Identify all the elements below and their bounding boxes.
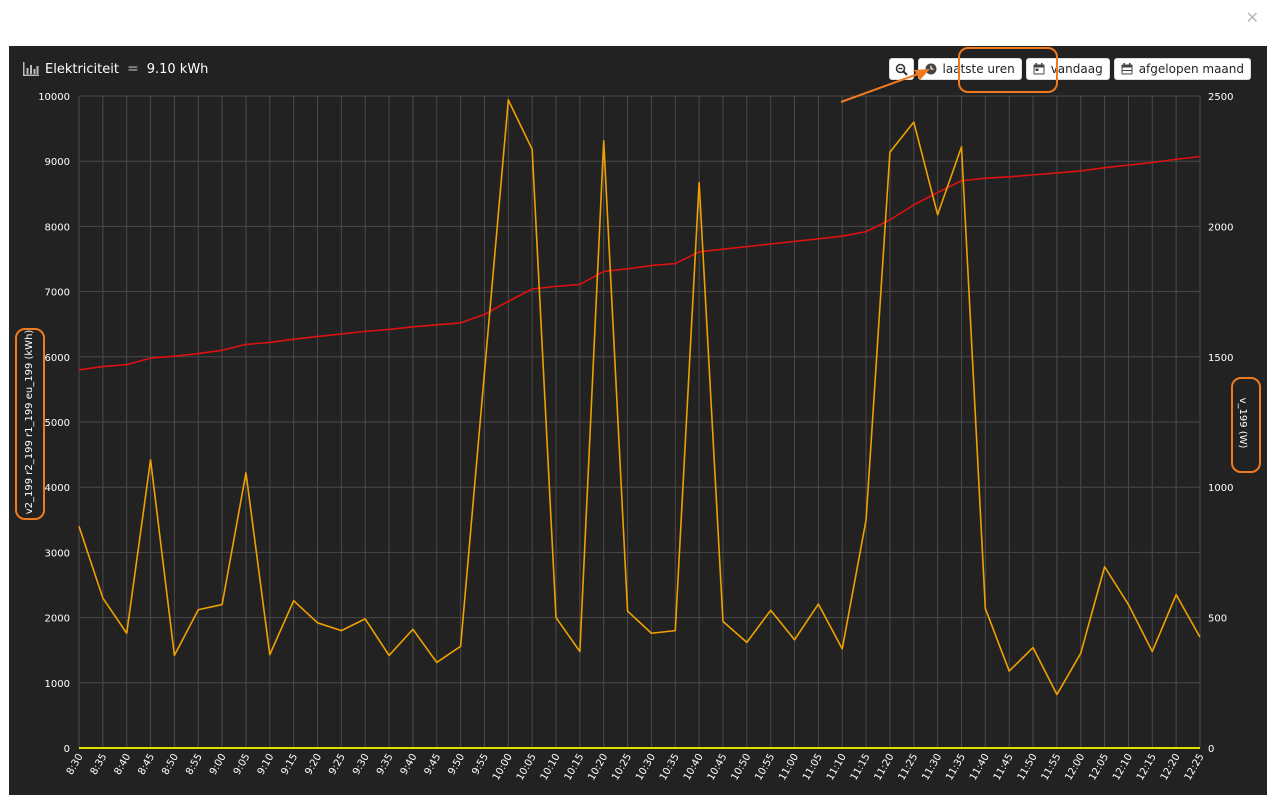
x-tick-label: 11:10 <box>825 752 849 782</box>
x-tick-label: 11:35 <box>944 752 968 782</box>
x-tick-label: 11:20 <box>873 752 897 782</box>
x-tick-label: 9:35 <box>375 752 396 777</box>
x-tick-label: 10:25 <box>610 752 634 782</box>
x-tick-label: 8:55 <box>184 752 205 777</box>
x-tick-label: 12:25 <box>1183 752 1207 782</box>
y-left-tick-label: 1000 <box>45 679 70 690</box>
x-tick-label: 8:30 <box>65 752 86 777</box>
x-tick-label: 10:45 <box>706 752 730 782</box>
x-tick-label: 10:00 <box>491 752 515 782</box>
x-tick-label: 11:25 <box>896 752 920 782</box>
x-tick-label: 10:20 <box>586 752 610 782</box>
y-left-tick-label: 7000 <box>45 288 70 299</box>
x-tick-label: 11:50 <box>1016 752 1040 782</box>
x-tick-label: 11:15 <box>849 752 873 782</box>
y-right-tick-label: 2000 <box>1208 222 1233 233</box>
y-left-tick-label: 0 <box>64 744 70 755</box>
x-tick-label: 9:30 <box>351 752 372 777</box>
y-right-axis-label: v_199 (W) <box>1237 398 1248 449</box>
x-tick-label: 11:55 <box>1040 752 1064 782</box>
x-tick-label: 10:10 <box>539 752 563 782</box>
x-tick-label: 10:05 <box>515 752 539 782</box>
x-tick-label: 9:50 <box>446 752 467 777</box>
x-tick-label: 12:15 <box>1135 752 1159 782</box>
x-tick-label: 11:05 <box>801 752 825 782</box>
x-tick-label: 12:00 <box>1063 752 1087 782</box>
y-right-tick-label: 1000 <box>1208 483 1233 494</box>
y-right-tick-label: 1500 <box>1208 353 1233 364</box>
x-tick-label: 9:45 <box>423 752 444 777</box>
x-tick-label: 10:15 <box>563 752 587 782</box>
y-left-tick-label: 6000 <box>45 353 70 364</box>
y-left-tick-label: 4000 <box>45 483 70 494</box>
x-tick-label: 8:50 <box>160 752 181 777</box>
y-right-tick-label: 0 <box>1208 744 1214 755</box>
series-line-0 <box>78 155 1201 371</box>
x-tick-label: 11:00 <box>777 752 801 782</box>
x-tick-label: 12:10 <box>1111 752 1135 782</box>
x-tick-label: 11:30 <box>920 752 944 782</box>
x-tick-label: 11:40 <box>968 752 992 782</box>
x-tick-label: 9:15 <box>279 752 300 777</box>
y-left-tick-label: 3000 <box>45 548 70 559</box>
x-tick-label: 12:05 <box>1087 752 1111 782</box>
x-tick-label: 9:55 <box>470 752 491 777</box>
y-right-tick-label: 2500 <box>1208 92 1233 103</box>
y-left-tick-label: 8000 <box>45 222 70 233</box>
annotation-arrow-shaft <box>840 73 919 103</box>
x-tick-label: 10:35 <box>658 752 682 782</box>
x-tick-label: 8:35 <box>89 752 110 777</box>
x-tick-label: 9:40 <box>399 752 420 777</box>
x-tick-label: 10:40 <box>682 752 706 782</box>
series-line-1 <box>78 99 1201 696</box>
x-tick-label: 9:10 <box>256 752 277 777</box>
x-tick-label: 10:55 <box>753 752 777 782</box>
y-left-tick-label: 2000 <box>45 614 70 625</box>
x-tick-label: 10:50 <box>729 752 753 782</box>
x-tick-label: 8:40 <box>113 752 134 777</box>
y-left-tick-label: 10000 <box>38 92 70 103</box>
x-tick-label: 9:00 <box>208 752 229 777</box>
x-tick-label: 12:20 <box>1159 752 1183 782</box>
x-tick-label: 9:05 <box>232 752 253 777</box>
x-tick-label: 8:45 <box>136 752 157 777</box>
y-left-tick-label: 9000 <box>45 157 70 168</box>
chart-canvas: 0100020003000400050006000700080009000100… <box>24 69 1248 782</box>
x-tick-label: 11:45 <box>992 752 1016 782</box>
y-right-tick-label: 500 <box>1208 614 1227 625</box>
x-tick-label: 9:25 <box>327 752 348 777</box>
y-left-tick-label: 5000 <box>45 418 70 429</box>
x-tick-label: 10:30 <box>634 752 658 782</box>
y-left-axis-label: v2_199 r2_199 r1_199 eu_199 (kWh) <box>24 330 35 515</box>
x-tick-label: 9:20 <box>303 752 324 777</box>
chart-modal: ✕ Elektriciteit = 9.10 kWh laatste uren … <box>0 0 1273 800</box>
